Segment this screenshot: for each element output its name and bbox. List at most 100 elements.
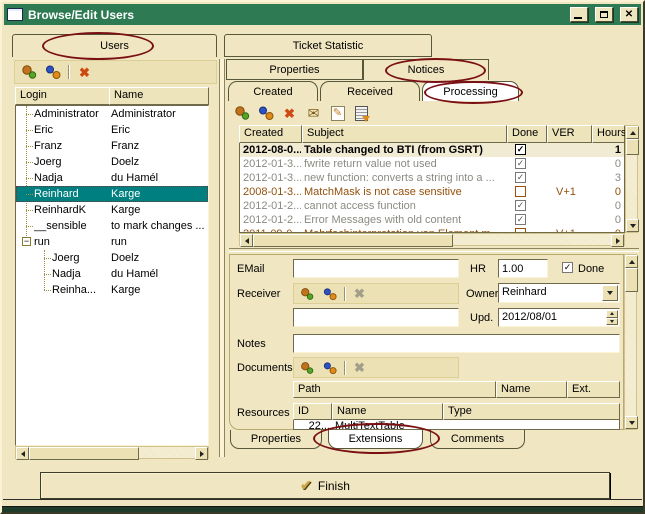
notice-row[interactable]: 2012-01-2...cannot access function✓0 bbox=[240, 199, 624, 213]
scrollbar-thumb[interactable] bbox=[253, 234, 453, 247]
column-header-hours[interactable]: Hours bbox=[592, 125, 625, 143]
column-header-done[interactable]: Done bbox=[507, 125, 547, 143]
add-notice-icon[interactable] bbox=[233, 105, 250, 121]
done-checkbox[interactable]: ✓ bbox=[515, 186, 526, 197]
title-bar[interactable]: Browse/Edit Users ✕ bbox=[4, 4, 641, 25]
scroll-left-button[interactable] bbox=[16, 447, 29, 460]
user-tree-row[interactable]: Reinha...Karge bbox=[16, 282, 208, 298]
scrollbar-thumb[interactable] bbox=[29, 447, 139, 460]
user-tree-row[interactable]: FranzFranz bbox=[16, 138, 208, 154]
done-checkbox[interactable]: ✓ bbox=[515, 172, 526, 183]
scroll-right-button[interactable] bbox=[611, 234, 624, 247]
tab-bottom-properties[interactable]: Properties bbox=[230, 430, 322, 449]
tab-bottom-extensions[interactable]: Extensions bbox=[328, 430, 423, 449]
notices-vertical-scrollbar[interactable] bbox=[625, 125, 638, 233]
add-receiver-icon[interactable] bbox=[298, 286, 315, 302]
link-receiver-icon[interactable] bbox=[321, 286, 338, 302]
scroll-right-button[interactable] bbox=[195, 447, 208, 460]
send-mail-icon[interactable]: ✉ bbox=[305, 105, 322, 121]
tab-processing[interactable]: Processing bbox=[422, 81, 519, 101]
delete-user-icon[interactable]: ✖ bbox=[76, 64, 93, 80]
owner-dropdown[interactable]: Reinhard bbox=[498, 283, 620, 303]
notice-row[interactable]: 2012-01-2...Error Messages with old cont… bbox=[240, 213, 624, 227]
hr-field[interactable] bbox=[498, 259, 548, 278]
resources-table[interactable]: 22... MultiTextTable bbox=[293, 420, 620, 430]
done-checkbox[interactable]: ✓ bbox=[515, 144, 526, 155]
scrollbar-thumb[interactable] bbox=[626, 139, 639, 155]
column-header-name[interactable]: Name bbox=[109, 87, 209, 105]
notice-row[interactable]: 2008-01-3...MatchMask is not case sensit… bbox=[240, 185, 624, 199]
user-tree-row[interactable]: Nadjadu Hamél bbox=[16, 266, 208, 282]
scroll-down-button[interactable] bbox=[626, 219, 639, 232]
notice-row[interactable]: 2012-08-0...Table changed to BTI (from G… bbox=[240, 143, 624, 157]
user-tree-row[interactable]: ReinhardKKarge bbox=[16, 202, 208, 218]
chevron-down-icon[interactable] bbox=[602, 285, 618, 301]
column-header-ext[interactable]: Ext. bbox=[567, 381, 620, 398]
add-document-icon[interactable] bbox=[298, 360, 315, 376]
maximize-button[interactable] bbox=[595, 7, 613, 22]
done-checkbox[interactable]: ✓ bbox=[515, 214, 526, 225]
remove-receiver-icon-disabled[interactable]: ✖ bbox=[351, 286, 368, 302]
link-document-icon[interactable] bbox=[321, 360, 338, 376]
user-tree-row[interactable]: JoergDoelz bbox=[16, 154, 208, 170]
horizontal-splitter[interactable] bbox=[229, 248, 639, 252]
tab-ticket-statistic[interactable]: Ticket Statistic bbox=[224, 34, 432, 57]
scrollbar-thumb[interactable] bbox=[625, 268, 638, 292]
tab-bottom-comments[interactable]: Comments bbox=[430, 430, 525, 449]
tab-created[interactable]: Created bbox=[228, 81, 318, 101]
user-tree-row[interactable]: JoergDoelz bbox=[16, 250, 208, 266]
receiver-field[interactable] bbox=[293, 308, 459, 327]
close-button[interactable]: ✕ bbox=[620, 7, 638, 22]
done-checkbox[interactable]: ✓ bbox=[515, 158, 526, 169]
notes-field[interactable] bbox=[293, 334, 620, 353]
form-vertical-scrollbar[interactable] bbox=[624, 254, 637, 430]
remove-document-icon-disabled[interactable]: ✖ bbox=[351, 360, 368, 376]
scroll-left-button[interactable] bbox=[240, 234, 253, 247]
users-horizontal-scrollbar[interactable] bbox=[15, 446, 209, 459]
users-tree[interactable]: AdministratorAdministrator EricEric Fran… bbox=[15, 105, 209, 446]
column-header-id[interactable]: ID bbox=[293, 403, 332, 420]
tab-users[interactable]: Users bbox=[12, 34, 217, 57]
tab-properties[interactable]: Properties bbox=[226, 59, 363, 80]
notices-table[interactable]: 2012-08-0...Table changed to BTI (from G… bbox=[239, 143, 625, 233]
minimize-button[interactable] bbox=[570, 7, 588, 22]
column-header-type[interactable]: Type bbox=[443, 403, 620, 420]
arrow-left-icon bbox=[245, 238, 249, 244]
notices-horizontal-scrollbar[interactable] bbox=[239, 233, 625, 246]
upd-date-field[interactable]: 2012/08/01 bbox=[498, 308, 620, 327]
column-header-path[interactable]: Path bbox=[293, 381, 496, 398]
report-export-icon[interactable] bbox=[355, 106, 368, 121]
link-user-icon[interactable] bbox=[44, 64, 61, 80]
user-tree-row[interactable]: −runrun bbox=[16, 234, 208, 250]
panel-splitter[interactable] bbox=[219, 59, 225, 457]
scroll-up-button[interactable] bbox=[626, 126, 639, 139]
add-user-icon[interactable] bbox=[20, 64, 37, 80]
finish-button[interactable]: ✔ Finish bbox=[40, 472, 610, 499]
column-header-login[interactable]: Login bbox=[15, 87, 110, 105]
column-header-res-name[interactable]: Name bbox=[332, 403, 443, 420]
edit-notice-icon[interactable]: ✎ bbox=[331, 106, 345, 121]
user-tree-row[interactable]: AdministratorAdministrator bbox=[16, 106, 208, 122]
column-header-doc-name[interactable]: Name bbox=[496, 381, 567, 398]
user-tree-row[interactable]: EricEric bbox=[16, 122, 208, 138]
spin-up-button[interactable] bbox=[606, 310, 618, 318]
notice-row[interactable]: 2012-01-3...new function: converts a str… bbox=[240, 171, 624, 185]
link-notice-icon[interactable] bbox=[257, 105, 274, 121]
done-checkbox[interactable]: ✓ bbox=[515, 200, 526, 211]
user-tree-row[interactable]: __sensibleto mark changes ... bbox=[16, 218, 208, 234]
form-done-checkbox[interactable]: ✓ bbox=[562, 262, 573, 273]
column-header-ver[interactable]: VER bbox=[547, 125, 592, 143]
email-field[interactable] bbox=[293, 259, 459, 278]
scroll-up-button[interactable] bbox=[625, 255, 638, 268]
spin-down-button[interactable] bbox=[606, 318, 618, 326]
tab-notices[interactable]: Notices bbox=[363, 59, 489, 80]
tree-expander-icon[interactable]: − bbox=[22, 237, 31, 246]
scroll-down-button[interactable] bbox=[625, 416, 638, 429]
notice-row[interactable]: 2012-01-3...fwrite return value not used… bbox=[240, 157, 624, 171]
tab-received[interactable]: Received bbox=[320, 81, 420, 101]
user-tree-row[interactable]: Nadjadu Hamél bbox=[16, 170, 208, 186]
user-tree-row-selected[interactable]: ReinhardKarge bbox=[16, 186, 208, 202]
delete-notice-icon[interactable]: ✖ bbox=[281, 105, 298, 121]
column-header-created[interactable]: Created bbox=[239, 125, 302, 143]
column-header-subject[interactable]: Subject bbox=[302, 125, 507, 143]
